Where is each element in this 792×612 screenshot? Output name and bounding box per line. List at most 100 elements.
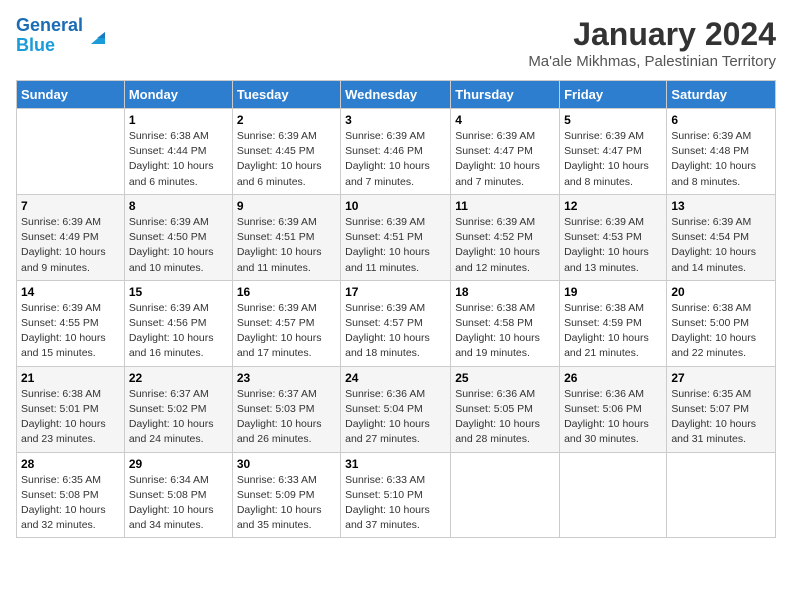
day-number: 7 [21,199,120,213]
sunrise-text: Sunrise: 6:38 AM [671,302,751,314]
day-cell: 15Sunrise: 6:39 AMSunset: 4:56 PMDayligh… [124,280,232,366]
logo-blue: Blue [16,35,55,55]
daylight-text: Daylight: 10 hours and 12 minutes. [455,246,540,273]
day-cell: 31 Sunrise: 6:33 AM Sunset: 5:10 PM Dayligh… [341,452,451,538]
day-cell: 6Sunrise: 6:39 AMSunset: 4:48 PMDaylight… [667,109,776,195]
day-cell [667,452,776,538]
day-info: Sunrise: 6:39 AMSunset: 4:57 PMDaylight:… [345,301,446,362]
day-cell: 10 Sunrise: 6:39 AMSunset: 4:51 PMDayligh… [341,194,451,280]
daylight-text: Daylight: 10 hours and 19 minutes. [455,332,540,359]
day-number: 29 [129,457,228,471]
sunrise-text: Sunrise: 6:37 AM [237,388,317,400]
day-number: 23 [237,371,336,385]
day-number: 5 [564,113,662,127]
sunset-text: Sunset: 5:08 PM [129,489,207,501]
day-cell: 4 Sunrise: 6:39 AMSunset: 4:47 PMDaylight… [451,109,560,195]
day-cell: 22Sunrise: 6:37 AMSunset: 5:02 PMDayligh… [124,366,232,452]
sunrise-text: Sunrise: 6:36 AM [345,388,425,400]
day-cell: 28Sunrise: 6:35 AMSunset: 5:08 PMDayligh… [17,452,125,538]
sunset-text: Sunset: 5:10 PM [345,489,423,501]
daylight-text: Daylight: 10 hours and 17 minutes. [237,332,322,359]
sunset-text: Sunset: 4:50 PM [129,231,207,243]
sunrise-text: Sunrise: 6:39 AM [564,130,644,142]
day-number: 31 [345,457,446,471]
week-row-4: 21 Sunrise: 6:38 AM Sunset: 5:01 PM Dayligh… [17,366,776,452]
sunrise-text: Sunrise: 6:39 AM [345,130,425,142]
day-info: Sunrise: 6:33 AMSunset: 5:09 PMDaylight:… [237,473,336,534]
daylight-text: Daylight: 10 hours and 30 minutes. [564,418,649,445]
sunrise-text: Sunrise: 6:39 AM [345,216,425,228]
day-number: 16 [237,285,336,299]
sunset-text: Sunset: 4:57 PM [345,317,423,329]
sunset-text: Sunset: 5:01 PM [21,403,99,415]
day-number: 9 [237,199,336,213]
day-cell: 21Sunrise: 6:38 AMSunset: 5:01 PMDayligh… [17,366,125,452]
day-info: Sunrise: 6:39 AMSunset: 4:49 PMDaylight:… [21,215,120,276]
day-info: Sunrise: 6:36 AMSunset: 5:05 PMDaylight:… [455,387,555,448]
day-number: 21 [21,371,120,385]
day-info: Sunrise: 6:39 AMSunset: 4:46 PMDaylight:… [345,129,446,190]
week-row-1: 1Sunrise: 6:38 AMSunset: 4:44 PMDaylight… [17,109,776,195]
sunset-text: Sunset: 4:48 PM [671,145,749,157]
daylight-text: Daylight: 10 hours and 22 minutes. [671,332,756,359]
daylight-text: Daylight: 10 hours and 11 minutes. [345,246,430,273]
sunset-text: Sunset: 5:02 PM [129,403,207,415]
sunrise-text: Sunrise: 6:33 AM [345,474,425,486]
day-number: 17 [345,285,446,299]
day-cell: 5Sunrise: 6:39 AMSunset: 4:47 PMDaylight… [560,109,667,195]
day-cell [17,109,125,195]
day-cell [560,452,667,538]
logo-general: General [16,15,83,35]
sunrise-text: Sunrise: 6:39 AM [129,302,209,314]
daylight-text: Daylight: 10 hours and 14 minutes. [671,246,756,273]
daylight-text: Daylight: 10 hours and 7 minutes. [345,160,430,187]
day-number: 25 [455,371,555,385]
day-info: Sunrise: 6:39 AMSunset: 4:51 PMDaylight:… [345,215,446,276]
daylight-text: Daylight: 10 hours and 21 minutes. [564,332,649,359]
day-number: 12 [564,199,662,213]
day-number: 4 [455,113,555,127]
day-number: 11 [455,199,555,213]
sunset-text: Sunset: 4:53 PM [564,231,642,243]
day-info: Sunrise: 6:33 AM Sunset: 5:10 PM Daylight:… [345,473,446,534]
sunset-text: Sunset: 5:06 PM [564,403,642,415]
day-info: Sunrise: 6:39 AMSunset: 4:48 PMDaylight:… [671,129,771,190]
day-cell: 17 Sunrise: 6:39 AMSunset: 4:57 PMDayligh… [341,280,451,366]
sunrise-text: Sunrise: 6:39 AM [564,216,644,228]
daylight-text: Daylight: 10 hours and 11 minutes. [237,246,322,273]
day-info: Sunrise: 6:36 AMSunset: 5:06 PMDaylight:… [564,387,662,448]
day-info: Sunrise: 6:38 AMSunset: 5:01 PMDaylight:… [21,387,120,448]
sunset-text: Sunset: 5:03 PM [237,403,315,415]
day-info: Sunrise: 6:39 AMSunset: 4:47 PMDaylight:… [455,129,555,190]
day-number: 10 [345,199,446,213]
day-cell: 25Sunrise: 6:36 AMSunset: 5:05 PMDayligh… [451,366,560,452]
day-cell: 1Sunrise: 6:38 AMSunset: 4:44 PMDaylight… [124,109,232,195]
col-header-monday: Monday [124,81,232,109]
sunrise-text: Sunrise: 6:38 AM [21,388,101,400]
daylight-text: Daylight: 10 hours and 37 minutes. [345,504,430,531]
sunset-text: Sunset: 5:09 PM [237,489,315,501]
col-header-wednesday: Wednesday [341,81,451,109]
sunrise-text: Sunrise: 6:39 AM [129,216,209,228]
daylight-text: Daylight: 10 hours and 16 minutes. [129,332,214,359]
sunrise-text: Sunrise: 6:38 AM [564,302,644,314]
sunrise-text: Sunrise: 6:39 AM [671,130,751,142]
sunset-text: Sunset: 4:47 PM [564,145,642,157]
day-cell: 18 Sunrise: 6:38 AMSunset: 4:58 PMDayligh… [451,280,560,366]
title-block: January 2024 Ma'ale Mikhmas, Palestinian… [528,16,776,70]
sunset-text: Sunset: 4:44 PM [129,145,207,157]
day-cell: 20Sunrise: 6:38 AMSunset: 5:00 PMDayligh… [667,280,776,366]
day-info: Sunrise: 6:35 AMSunset: 5:08 PMDaylight:… [21,473,120,534]
day-info: Sunrise: 6:34 AMSunset: 5:08 PMDaylight:… [129,473,228,534]
day-number: 18 [455,285,555,299]
day-info: Sunrise: 6:38 AMSunset: 4:59 PMDaylight:… [564,301,662,362]
day-info: Sunrise: 6:38 AMSunset: 4:58 PMDaylight:… [455,301,555,362]
day-cell: 19Sunrise: 6:38 AMSunset: 4:59 PMDayligh… [560,280,667,366]
sunset-text: Sunset: 4:51 PM [237,231,315,243]
logo-icon [87,24,109,46]
sunset-text: Sunset: 5:05 PM [455,403,533,415]
daylight-text: Daylight: 10 hours and 7 minutes. [455,160,540,187]
day-number: 24 [345,371,446,385]
sunrise-text: Sunrise: 6:36 AM [455,388,535,400]
page-header: General Blue January 2024 Ma'ale Mikhmas… [16,16,776,70]
